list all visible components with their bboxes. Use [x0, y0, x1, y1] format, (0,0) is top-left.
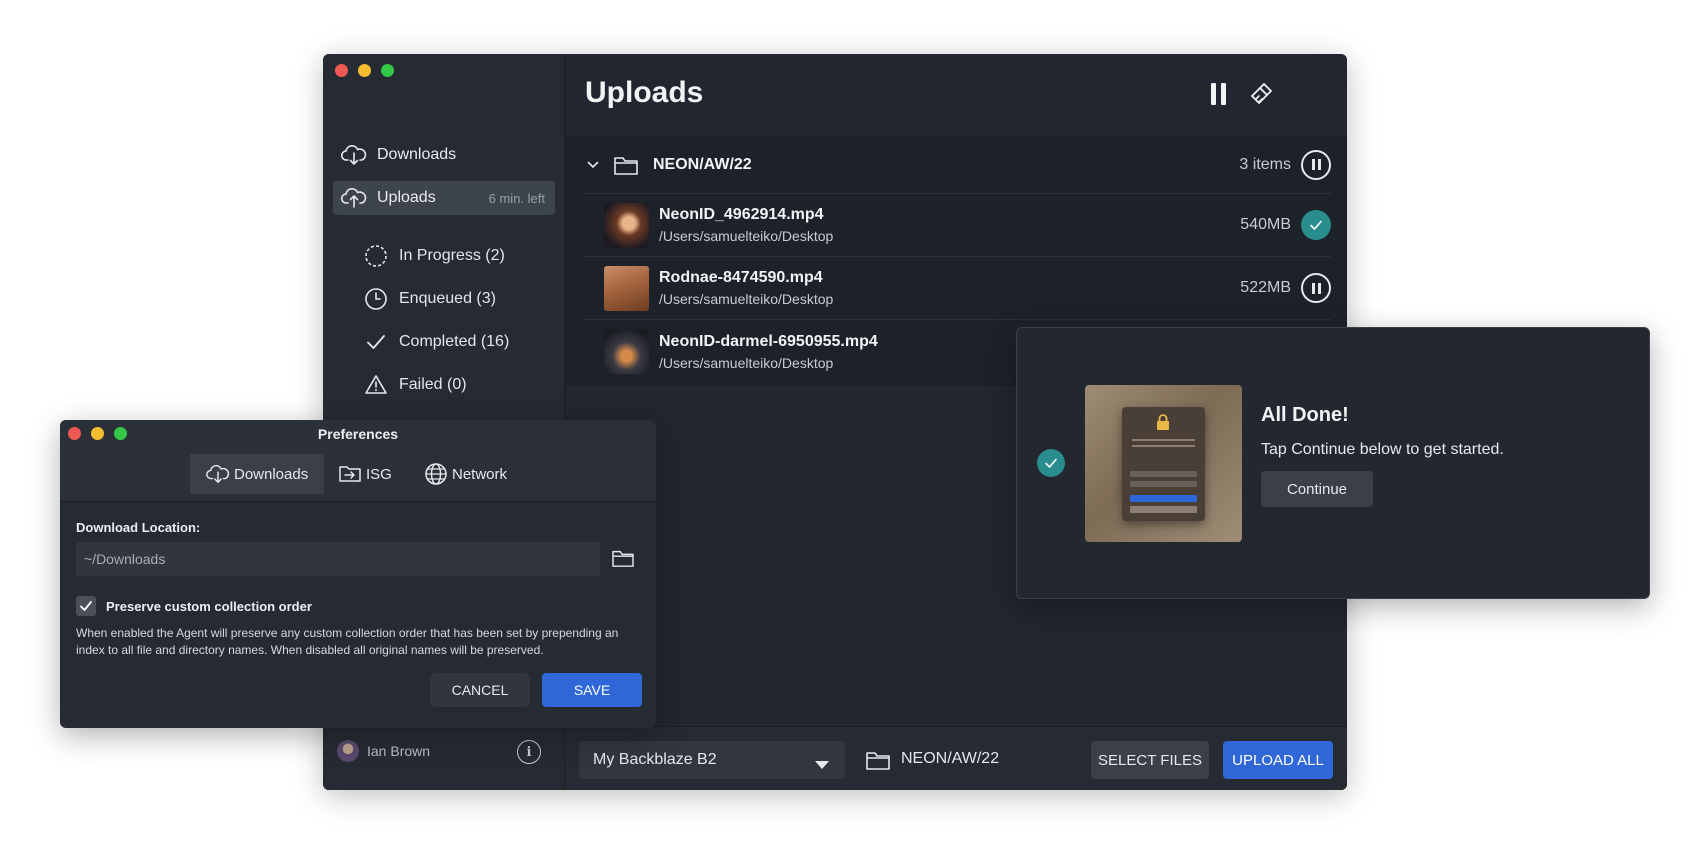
folder-icon: [865, 749, 891, 771]
tab-label: Network: [452, 465, 508, 483]
isg-icon: [338, 464, 362, 484]
sidebar-item-completed[interactable]: Completed (16): [363, 327, 509, 357]
bottom-toolbar: My Backblaze B2 NEON/AW/22 SELECT FILES …: [565, 726, 1347, 790]
pause-icon[interactable]: [1301, 149, 1331, 180]
sidebar-item-in-progress[interactable]: In Progress (2): [363, 241, 505, 271]
list-item[interactable]: NeonID_4962914.mp4 /Users/samuelteiko/De…: [583, 194, 1331, 257]
folder-icon: [613, 154, 639, 176]
sidebar-item-label: In Progress (2): [399, 247, 505, 264]
user-name: Ian Brown: [367, 743, 431, 759]
pause-all-icon[interactable]: [1203, 78, 1235, 110]
tab-label: ISG: [366, 465, 392, 483]
zoom-button[interactable]: [381, 64, 394, 77]
tab-isg[interactable]: ISG: [322, 454, 408, 494]
warning-icon: [363, 372, 389, 398]
bucket-name: My Backblaze B2: [593, 751, 717, 768]
file-size: 522MB: [1240, 279, 1291, 296]
group-count: 3 items: [1239, 155, 1291, 173]
security-prompt-preview-image: [1085, 385, 1242, 542]
caret-down-icon: [815, 756, 829, 774]
preferences-toolbar: Preferences Downloads ISG Network: [60, 420, 656, 502]
sidebar-item-label: Completed (16): [399, 333, 510, 350]
preserve-order-label: Preserve custom collection order: [106, 599, 312, 614]
dialog-message: Tap Continue below to get started.: [1261, 441, 1504, 458]
sidebar-item-label: Downloads: [377, 146, 457, 163]
file-thumbnail: [604, 329, 649, 374]
cloud-download-icon: [206, 464, 230, 484]
window-title: Preferences: [317, 426, 399, 442]
group-name: NEON/AW/22: [653, 155, 752, 173]
page-title: Uploads: [585, 76, 704, 109]
list-item[interactable]: Rodnae-8474590.mp4 /Users/samuelteiko/De…: [583, 257, 1331, 320]
download-location-field[interactable]: ~/Downloads: [76, 542, 600, 576]
destination-folder[interactable]: NEON/AW/22: [901, 750, 999, 768]
download-location-value: ~/Downloads: [84, 551, 166, 567]
sidebar-item-enqueued[interactable]: Enqueued (3): [363, 284, 496, 314]
sidebar-item-uploads[interactable]: Uploads 6 min. left: [333, 181, 555, 215]
preserve-order-checkbox[interactable]: [76, 596, 96, 616]
tab-network[interactable]: Network: [408, 454, 523, 494]
file-name: Rodnae-8474590.mp4: [659, 269, 823, 286]
file-name: NeonID-darmel-6950955.mp4: [659, 332, 878, 350]
sidebar-item-label: Failed (0): [399, 376, 467, 393]
sidebar-item-label: Enqueued (3): [399, 290, 496, 307]
select-files-button[interactable]: SELECT FILES: [1091, 741, 1209, 779]
time-remaining: 6 min. left: [488, 190, 545, 206]
file-size: 540MB: [1240, 216, 1291, 233]
chevron-down-icon[interactable]: [587, 161, 599, 169]
group-header[interactable]: NEON/AW/22 3 items: [583, 136, 1331, 194]
sidebar-item-label: Uploads: [377, 189, 436, 206]
window-controls: [335, 64, 394, 77]
completion-dialog: All Done! Tap Continue below to get star…: [1016, 327, 1650, 599]
dialog-title: All Done!: [1261, 404, 1349, 426]
upload-all-button[interactable]: UPLOAD ALL: [1223, 741, 1333, 779]
avatar: [337, 740, 359, 762]
preferences-window: Preferences Downloads ISG Network Downlo…: [60, 420, 656, 728]
clear-brush-icon[interactable]: [1245, 78, 1277, 110]
download-location-label: Download Location:: [76, 520, 201, 535]
sidebar-item-downloads[interactable]: Downloads: [333, 138, 555, 172]
cloud-upload-icon: [341, 185, 367, 211]
tab-downloads[interactable]: Downloads: [190, 454, 325, 494]
tab-label: Downloads: [234, 465, 309, 483]
cloud-download-icon: [341, 142, 367, 168]
preserve-order-description: When enabled the Agent will preserve any…: [76, 626, 619, 657]
file-path: /Users/samuelteiko/Desktop: [659, 228, 834, 244]
folder-browse-icon[interactable]: [611, 548, 635, 568]
save-button[interactable]: SAVE: [542, 673, 642, 707]
close-button[interactable]: [335, 64, 348, 77]
sidebar-item-failed[interactable]: Failed (0): [363, 370, 467, 400]
bucket-dropdown[interactable]: My Backblaze B2: [579, 741, 845, 779]
globe-icon: [424, 462, 448, 486]
file-path: /Users/samuelteiko/Desktop: [659, 354, 834, 371]
dashed-circle-icon: [363, 243, 389, 269]
user-profile[interactable]: Ian Brown: [337, 740, 430, 762]
cancel-button[interactable]: CANCEL: [430, 673, 530, 707]
clock-icon: [363, 286, 389, 312]
info-icon[interactable]: i: [517, 740, 541, 764]
file-thumbnail: [604, 265, 649, 311]
file-thumbnail: [604, 202, 649, 248]
check-icon: [363, 329, 389, 355]
completed-check-icon: [1301, 210, 1331, 240]
file-path: /Users/samuelteiko/Desktop: [659, 291, 834, 307]
success-check-icon: [1037, 449, 1065, 477]
continue-button[interactable]: Continue: [1261, 471, 1373, 507]
pause-icon[interactable]: [1301, 273, 1331, 303]
file-name: NeonID_4962914.mp4: [659, 206, 824, 223]
minimize-button[interactable]: [358, 64, 371, 77]
